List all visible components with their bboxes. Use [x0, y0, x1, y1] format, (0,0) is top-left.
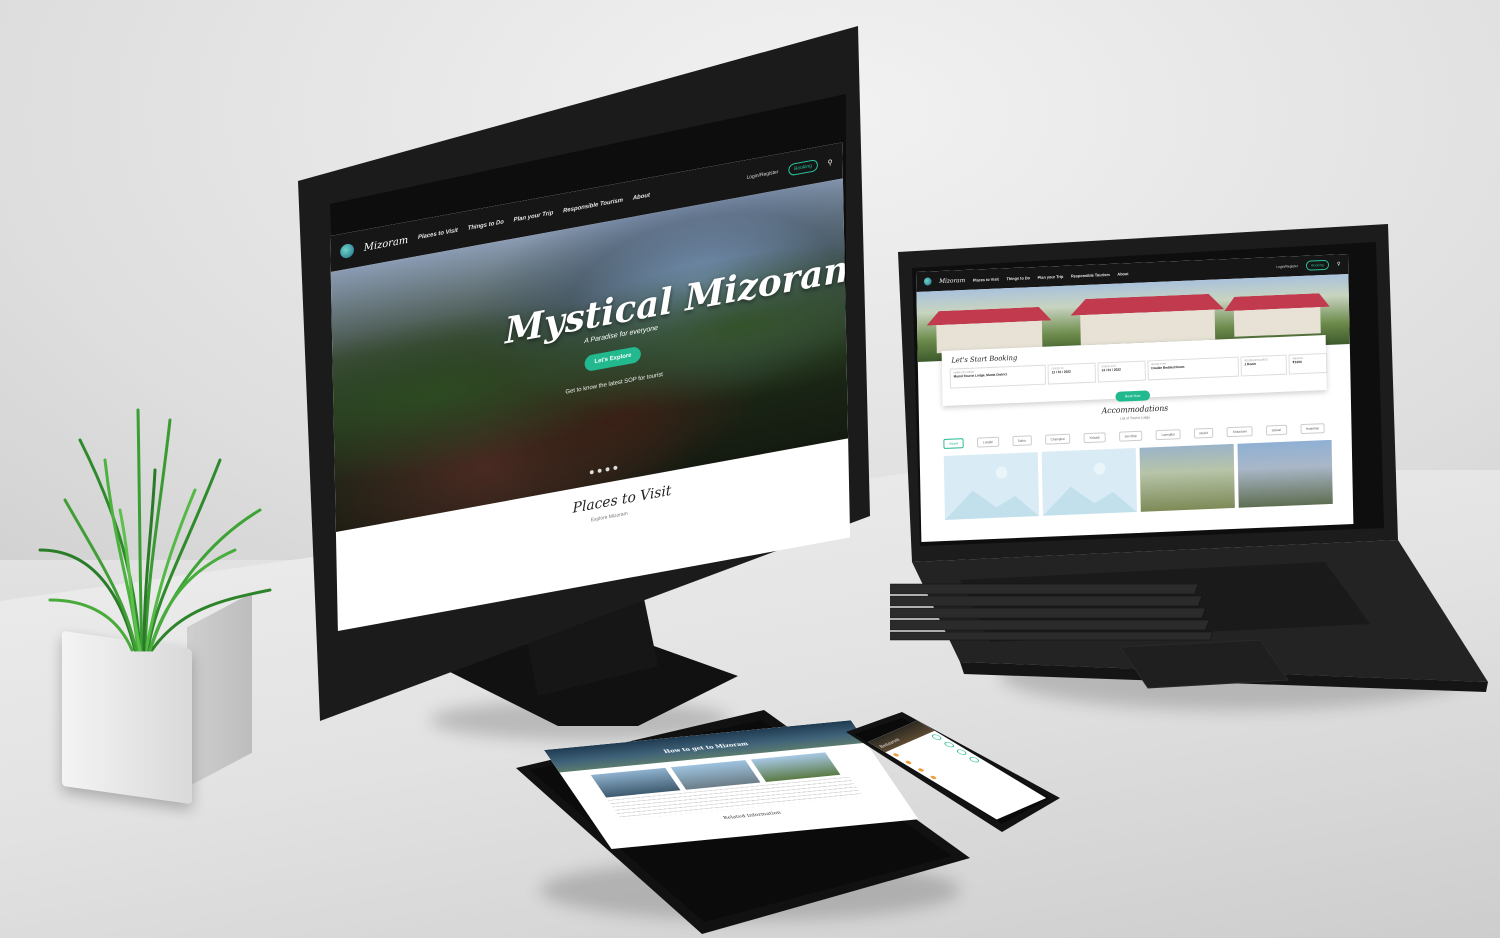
logo-icon[interactable]: [923, 277, 932, 286]
transport-image-air[interactable]: [590, 767, 681, 798]
nav-things-to-do[interactable]: Things to Do: [1006, 275, 1030, 281]
booking-card-title: Let's Start Booking: [951, 353, 1018, 365]
places-to-visit-subheading: Explore Mizoram: [590, 510, 628, 524]
login-register-link[interactable]: Login/Register: [1276, 264, 1298, 269]
grass-plant: [38, 408, 272, 652]
field-value: 12 / 01 / 2022: [1051, 369, 1071, 375]
book-now-button[interactable]: Book Now: [1115, 390, 1151, 402]
nav-things-to-do[interactable]: Things to Do: [468, 219, 504, 232]
room-type-select[interactable]: ROOM TYPE Double Bedded Room: [1147, 356, 1239, 381]
rooms-required-select[interactable]: ROOMS REQUIRED 1 Room: [1240, 354, 1287, 377]
arrow-icon[interactable]: [942, 741, 956, 749]
carousel-dot[interactable]: [605, 466, 610, 472]
lodge-thumbnail[interactable]: [1237, 439, 1333, 508]
lodge-thumbnails: [943, 439, 1333, 520]
nav-about[interactable]: About: [633, 193, 650, 202]
nav-responsible-tourism[interactable]: Responsible Tourism: [563, 198, 623, 215]
district-tab[interactable]: Saitual: [1265, 424, 1287, 436]
field-value: 1 Room: [1244, 361, 1257, 367]
carousel-dot[interactable]: [613, 465, 618, 471]
lodge-thumbnail-placeholder[interactable]: [943, 452, 1040, 520]
login-register-link[interactable]: Login/Register: [746, 169, 778, 181]
restaurant-icon: [917, 767, 925, 773]
nav-responsible-tourism[interactable]: Responsible Tourism: [1071, 271, 1110, 278]
district-tab[interactable]: Kolasib: [1083, 432, 1106, 444]
check-out-field[interactable]: CHECK OUT 14 / 01 / 2022: [1097, 360, 1146, 383]
brand-logo[interactable]: Mizoram: [939, 276, 965, 284]
check-in-field[interactable]: CHECK IN 12 / 01 / 2022: [1047, 362, 1096, 385]
field-value: 14 / 01 / 2022: [1101, 367, 1121, 373]
district-tab[interactable]: Champhai: [1044, 433, 1071, 445]
search-icon[interactable]: ⚲: [1337, 261, 1341, 267]
laptop: Mizoram Places to Visit Things to Do Pla…: [890, 222, 1490, 702]
transport-image-rail[interactable]: [750, 752, 841, 782]
lodge-thumbnail-placeholder[interactable]: [1041, 448, 1137, 516]
carousel-dot[interactable]: [589, 469, 594, 475]
district-tab[interactable]: Aizawl: [943, 438, 964, 449]
lodge-select[interactable]: NAME OF LODGE Mamit Tourist Lodge, Mamit…: [949, 364, 1047, 389]
district-tab[interactable]: Khawzawl: [1226, 426, 1253, 438]
district-tab[interactable]: Hnahthial: [1300, 423, 1325, 435]
restaurant-icon: [892, 752, 901, 758]
nav-places-to-visit[interactable]: Places to Visit: [418, 228, 458, 241]
lodge-thumbnail[interactable]: [1139, 443, 1235, 512]
nav-places-to-visit[interactable]: Places to Visit: [973, 276, 999, 282]
restaurant-icon: [904, 760, 913, 765]
search-icon[interactable]: ⚲: [828, 158, 833, 167]
carousel-dot[interactable]: [597, 468, 602, 474]
transport-image-road[interactable]: [670, 760, 761, 790]
district-tab[interactable]: Saiha: [1012, 435, 1032, 447]
field-value: ₹1500: [1292, 360, 1302, 365]
amount-field: AMOUNT ₹1500: [1288, 352, 1328, 375]
nav-about[interactable]: About: [1117, 271, 1128, 276]
logo-icon[interactable]: [340, 242, 355, 260]
restaurant-icon: [929, 775, 938, 780]
arrow-icon[interactable]: [967, 756, 981, 764]
arrow-icon[interactable]: [955, 748, 969, 756]
booking-button[interactable]: Booking: [788, 158, 818, 177]
laptop-screen: Mizoram Places to Visit Things to Do Pla…: [916, 254, 1354, 542]
nav-plan-your-trip[interactable]: Plan your Trip: [514, 210, 554, 223]
brand-logo[interactable]: Mizoram: [364, 234, 408, 253]
district-tab[interactable]: Lawngtlai: [1155, 429, 1181, 441]
desktop-monitor: Mizoram Places to Visit Things to Do Pla…: [298, 26, 870, 726]
nav-plan-your-trip[interactable]: Plan your Trip: [1038, 273, 1064, 279]
district-tab[interactable]: Serchhip: [1118, 430, 1143, 442]
booking-button[interactable]: Booking: [1305, 259, 1330, 271]
district-tab[interactable]: Lunglei: [977, 436, 999, 448]
smartphone: Restaurant: [842, 710, 1064, 835]
arrow-icon[interactable]: [930, 733, 944, 741]
district-tab[interactable]: Mamit: [1193, 427, 1214, 439]
